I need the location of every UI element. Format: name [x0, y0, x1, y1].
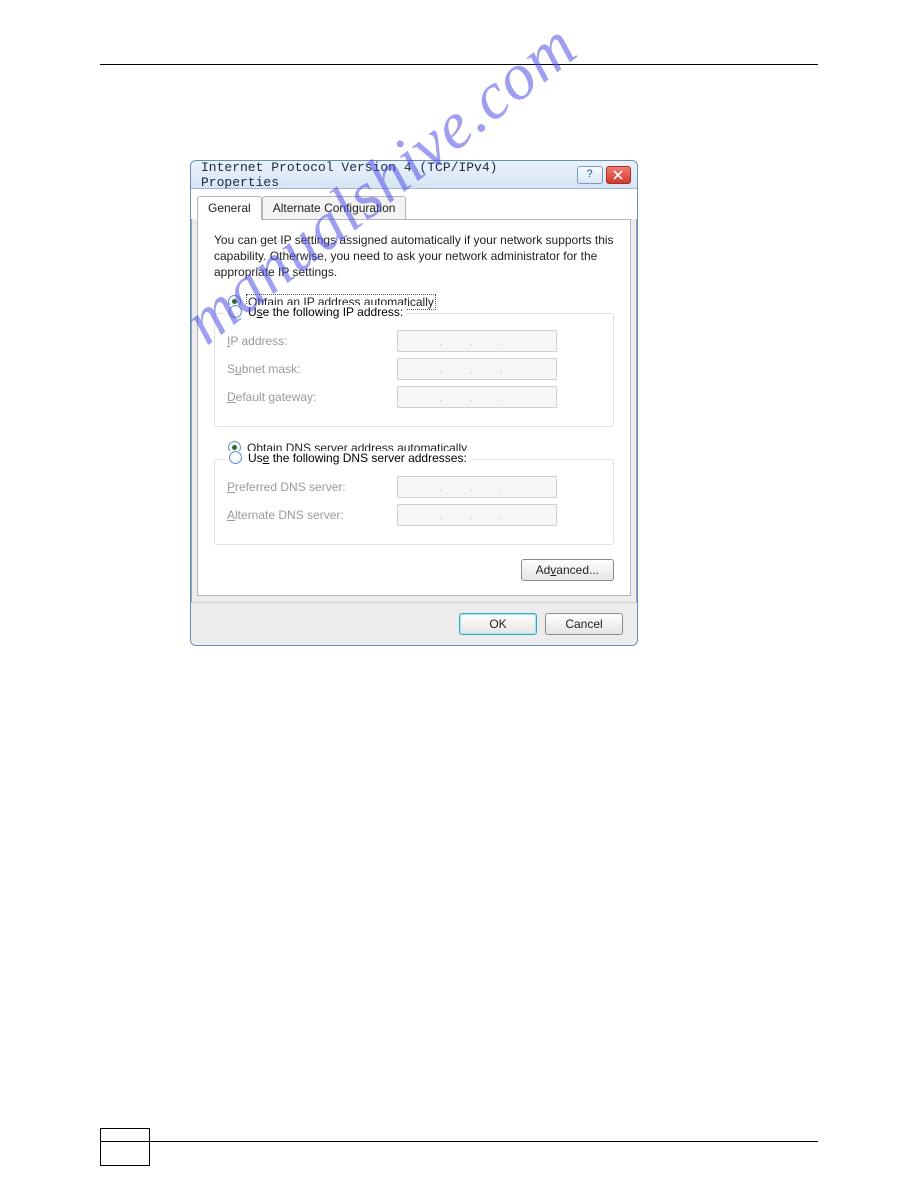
dialog-footer: OK Cancel [191, 602, 637, 645]
tab-body-general: You can get IP settings assigned automat… [197, 219, 631, 596]
description-text: You can get IP settings assigned automat… [214, 232, 614, 281]
page-top-rule [100, 64, 818, 65]
page-number-box [100, 1128, 150, 1166]
input-alternate-dns: . . . [397, 504, 557, 526]
ipv4-properties-dialog: Internet Protocol Version 4 (TCP/IPv4) P… [190, 160, 638, 646]
input-preferred-dns: . . . [397, 476, 557, 498]
input-default-gateway: . . . [397, 386, 557, 408]
input-ip-address: . . . [397, 330, 557, 352]
ok-button[interactable]: OK [459, 613, 537, 635]
radio-use-following-dns[interactable] [229, 451, 242, 464]
titlebar: Internet Protocol Version 4 (TCP/IPv4) P… [191, 161, 637, 189]
tab-strip: General Alternate Configuration [191, 189, 637, 219]
cancel-button[interactable]: Cancel [545, 613, 623, 635]
radio-use-following-ip[interactable] [229, 305, 242, 318]
label-default-gateway: Default gateway: [227, 390, 397, 404]
dns-server-group: Use the following DNS server addresses: … [214, 459, 614, 545]
ip-address-group: Use the following IP address: IP address… [214, 313, 614, 427]
close-button[interactable] [606, 166, 631, 184]
group-legend-label: Use the following IP address: [248, 305, 403, 319]
label-subnet-mask: Subnet mask: [227, 362, 397, 376]
dialog-title: Internet Protocol Version 4 (TCP/IPv4) P… [201, 160, 574, 190]
tab-general[interactable]: General [197, 196, 262, 220]
advanced-button[interactable]: Advanced... [521, 559, 614, 581]
tab-alternate-configuration[interactable]: Alternate Configuration [262, 196, 407, 220]
label-alternate-dns: Alternate DNS server: [227, 508, 397, 522]
group-legend-label: Use the following DNS server addresses: [248, 451, 467, 465]
page-bottom-rule [100, 1141, 818, 1142]
label-ip-address: IP address: [227, 334, 397, 348]
label-preferred-dns: Preferred DNS server: [227, 480, 397, 494]
input-subnet-mask: . . . [397, 358, 557, 380]
help-button[interactable]: ? [577, 166, 602, 184]
close-icon [613, 170, 623, 180]
